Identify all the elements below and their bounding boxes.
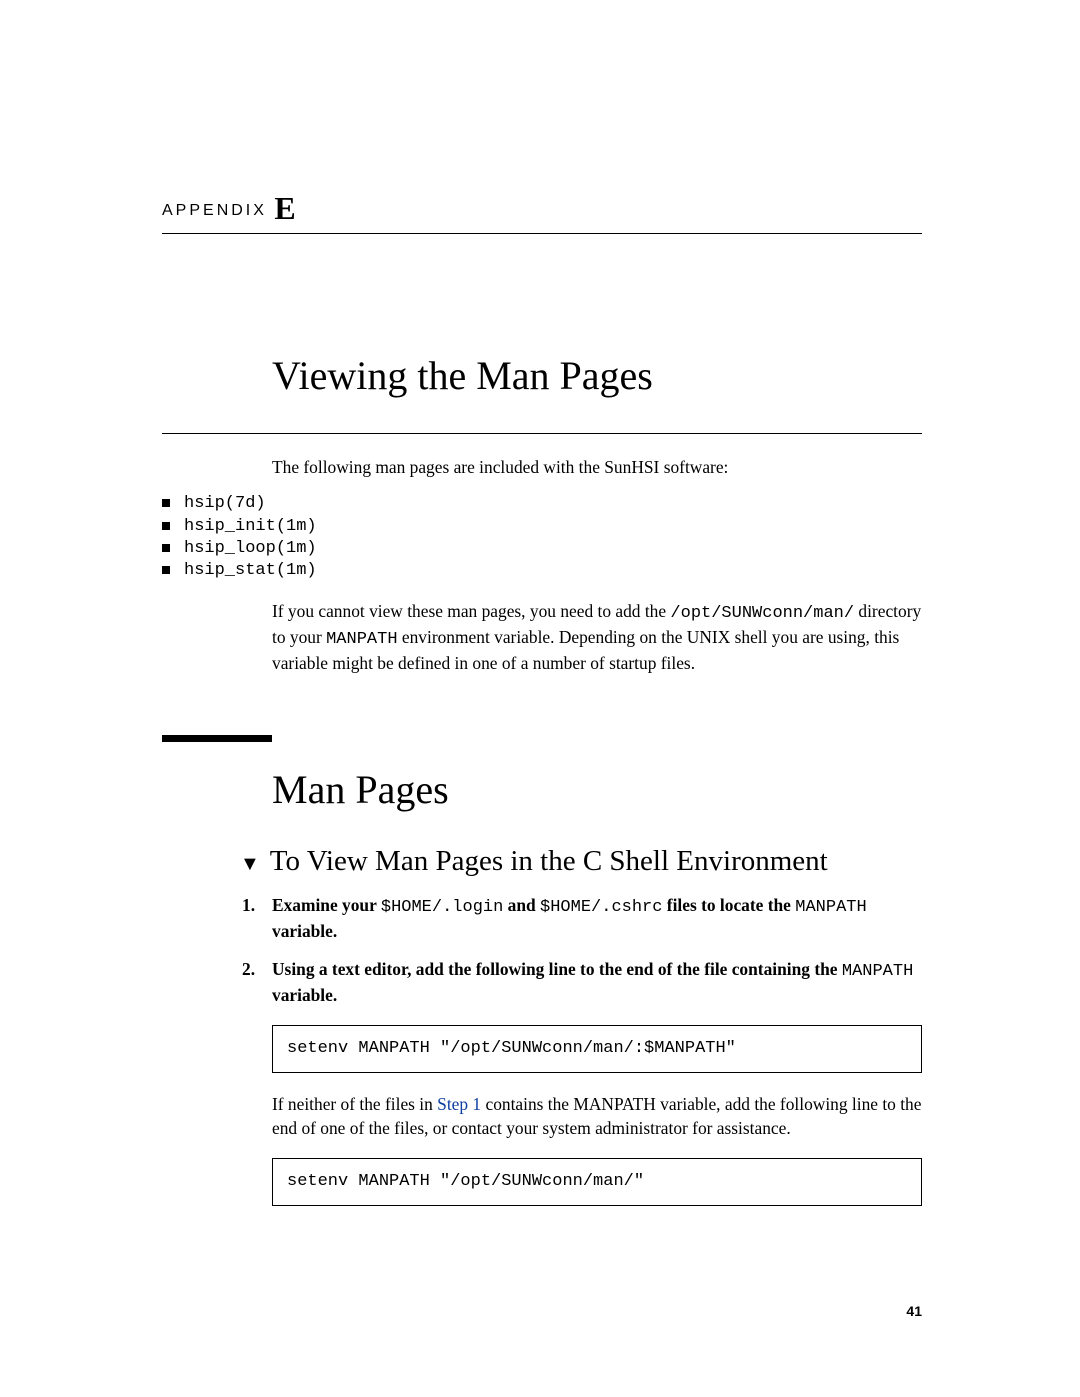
env-var: MANPATH bbox=[326, 630, 397, 649]
code-inline: $HOME/.login bbox=[381, 898, 503, 917]
step-list: 1. Examine your $HOME/.login and $HOME/.… bbox=[242, 894, 922, 1007]
section-bar bbox=[162, 735, 272, 742]
text: If neither of the files in bbox=[272, 1094, 437, 1114]
page-number: 41 bbox=[906, 1303, 922, 1319]
list-item: hsip_init(1m) bbox=[162, 516, 922, 538]
appendix-letter: E bbox=[274, 190, 295, 226]
text: variable. bbox=[272, 921, 337, 941]
appendix-label: APPENDIX E bbox=[162, 190, 922, 227]
code-block-1: setenv MANPATH "/opt/SUNWconn/man/:$MANP… bbox=[272, 1025, 922, 1073]
chapter-title: Viewing the Man Pages bbox=[272, 352, 922, 399]
env-var: MANPATH bbox=[842, 962, 913, 981]
env-var: MANPATH bbox=[795, 898, 866, 917]
triangle-icon: ▼ bbox=[240, 854, 260, 874]
appendix-word: APPENDIX bbox=[162, 202, 267, 219]
step-number: 2. bbox=[242, 958, 255, 981]
explanation-paragraph: If you cannot view these man pages, you … bbox=[272, 600, 922, 675]
text: files to locate the bbox=[662, 895, 795, 915]
section-title: Man Pages bbox=[272, 766, 922, 813]
rule-under-title bbox=[162, 433, 922, 434]
list-item: hsip(7d) bbox=[162, 493, 922, 515]
step-2: 2. Using a text editor, add the followin… bbox=[242, 958, 922, 1007]
code-block-2: setenv MANPATH "/opt/SUNWconn/man/" bbox=[272, 1158, 922, 1206]
text: variable. bbox=[272, 985, 337, 1005]
step-number: 1. bbox=[242, 894, 255, 917]
subsection-heading: ▼ To View Man Pages in the C Shell Envir… bbox=[240, 845, 922, 878]
rule-top bbox=[162, 233, 922, 234]
path-text: /opt/SUNWconn/man/ bbox=[670, 604, 854, 623]
step-1-link[interactable]: Step 1 bbox=[437, 1094, 481, 1114]
code-inline: $HOME/.cshrc bbox=[540, 898, 662, 917]
page: APPENDIX E Viewing the Man Pages The fol… bbox=[0, 0, 1080, 1397]
list-item: hsip_loop(1m) bbox=[162, 538, 922, 560]
man-page-list: hsip(7d) hsip_init(1m) hsip_loop(1m) hsi… bbox=[162, 493, 922, 581]
list-item: hsip_stat(1m) bbox=[162, 560, 922, 582]
step-1: 1. Examine your $HOME/.login and $HOME/.… bbox=[242, 894, 922, 943]
intro-paragraph: The following man pages are included wit… bbox=[272, 456, 922, 479]
text: Using a text editor, add the following l… bbox=[272, 959, 842, 979]
text: Examine your bbox=[272, 895, 381, 915]
after-code-paragraph: If neither of the files in Step 1 contai… bbox=[272, 1093, 922, 1140]
text: and bbox=[503, 895, 540, 915]
text: If you cannot view these man pages, you … bbox=[272, 601, 670, 621]
subsection-title: To View Man Pages in the C Shell Environ… bbox=[270, 845, 828, 878]
